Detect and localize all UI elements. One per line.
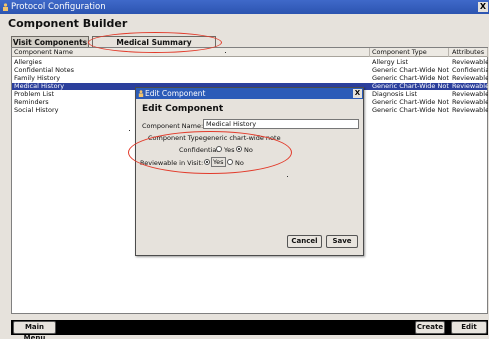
confidential-no-label: No bbox=[244, 146, 253, 154]
dialog-title: Edit Component bbox=[145, 89, 206, 98]
column-header-component-type[interactable]: Component Type bbox=[370, 48, 449, 57]
create-button[interactable]: Create bbox=[415, 321, 445, 334]
save-button[interactable]: Save bbox=[326, 235, 358, 248]
cell-attributes: Reviewable bbox=[452, 59, 488, 66]
dialog-titlebar: Edit Component X bbox=[136, 88, 363, 99]
cell-attributes: Reviewable bbox=[452, 83, 488, 90]
component-type-label: Component Type: bbox=[148, 134, 205, 142]
cell-component-name: Confidential Notes bbox=[14, 67, 74, 74]
column-header-attributes[interactable]: Attributes bbox=[450, 48, 488, 57]
cell-component-type: Allergy List bbox=[372, 59, 409, 66]
page-title: Component Builder bbox=[8, 17, 128, 30]
reviewable-yes-label: Yes bbox=[211, 157, 226, 167]
window-titlebar: Protocol Configuration X bbox=[0, 0, 489, 14]
protocol-configuration-window: Protocol Configuration X Component Build… bbox=[0, 0, 489, 339]
app-icon bbox=[3, 3, 8, 11]
cell-component-type: Generic Chart-Wide Note bbox=[372, 99, 449, 106]
stray-pixel bbox=[287, 176, 288, 177]
reviewable-yes-radio[interactable] bbox=[204, 159, 210, 165]
cell-component-type: Generic Chart-Wide Note bbox=[372, 67, 449, 74]
header-divider-mark bbox=[225, 52, 226, 53]
cell-component-type: Diagnosis List bbox=[372, 91, 418, 98]
reviewable-no-radio[interactable] bbox=[227, 159, 233, 165]
window-close-button[interactable]: X bbox=[478, 2, 488, 12]
cell-component-type: Generic Chart-Wide Note bbox=[372, 83, 449, 90]
cell-attributes: Confidential bbox=[452, 67, 488, 74]
reviewable-no-label: No bbox=[235, 159, 244, 167]
bottom-toolbar: Main Menu Create Edit bbox=[11, 320, 488, 339]
cell-component-type: Generic Chart-Wide Note bbox=[372, 75, 449, 82]
component-name-field[interactable] bbox=[203, 119, 359, 129]
main-menu-button[interactable]: Main Menu bbox=[13, 321, 56, 339]
table-row[interactable]: Confidential Notes Generic Chart-Wide No… bbox=[12, 67, 488, 74]
confidential-yes-radio[interactable] bbox=[216, 146, 222, 152]
cell-attributes: Reviewable bbox=[452, 107, 488, 114]
table-row[interactable]: Family History Generic Chart-Wide Note R… bbox=[12, 75, 488, 82]
dialog-app-icon bbox=[138, 90, 144, 97]
dialog-close-button[interactable]: X bbox=[353, 89, 362, 98]
stray-pixel bbox=[129, 130, 130, 131]
cell-component-type: Generic Chart-Wide Note bbox=[372, 107, 449, 114]
edit-button[interactable]: Edit bbox=[451, 321, 487, 334]
confidential-label: Confidential: bbox=[179, 146, 221, 154]
table-row[interactable]: Allergies Allergy List Reviewable bbox=[12, 59, 488, 66]
reviewable-in-visit-label: Reviewable in Visit: bbox=[140, 159, 204, 167]
edit-component-dialog: Edit Component X Edit Component Componen… bbox=[135, 87, 364, 256]
window-title: Protocol Configuration bbox=[11, 2, 106, 12]
cell-component-name: Allergies bbox=[14, 59, 42, 66]
component-name-label: Component Name: bbox=[142, 122, 204, 130]
cell-attributes: Reviewable bbox=[452, 91, 488, 98]
dialog-heading: Edit Component bbox=[142, 104, 224, 114]
confidential-no-radio[interactable] bbox=[236, 146, 242, 152]
confidential-yes-label: Yes bbox=[224, 146, 235, 154]
column-header-component-name[interactable]: Component Name bbox=[12, 48, 370, 57]
cell-attributes: Reviewable bbox=[452, 75, 488, 82]
table-header: Component Name Component Type Attributes bbox=[12, 48, 488, 57]
component-type-value: generic chart-wide note bbox=[203, 134, 281, 142]
cell-attributes: Reviewable bbox=[452, 99, 488, 106]
cancel-button[interactable]: Cancel bbox=[287, 235, 322, 248]
cell-component-name: Family History bbox=[14, 75, 61, 82]
